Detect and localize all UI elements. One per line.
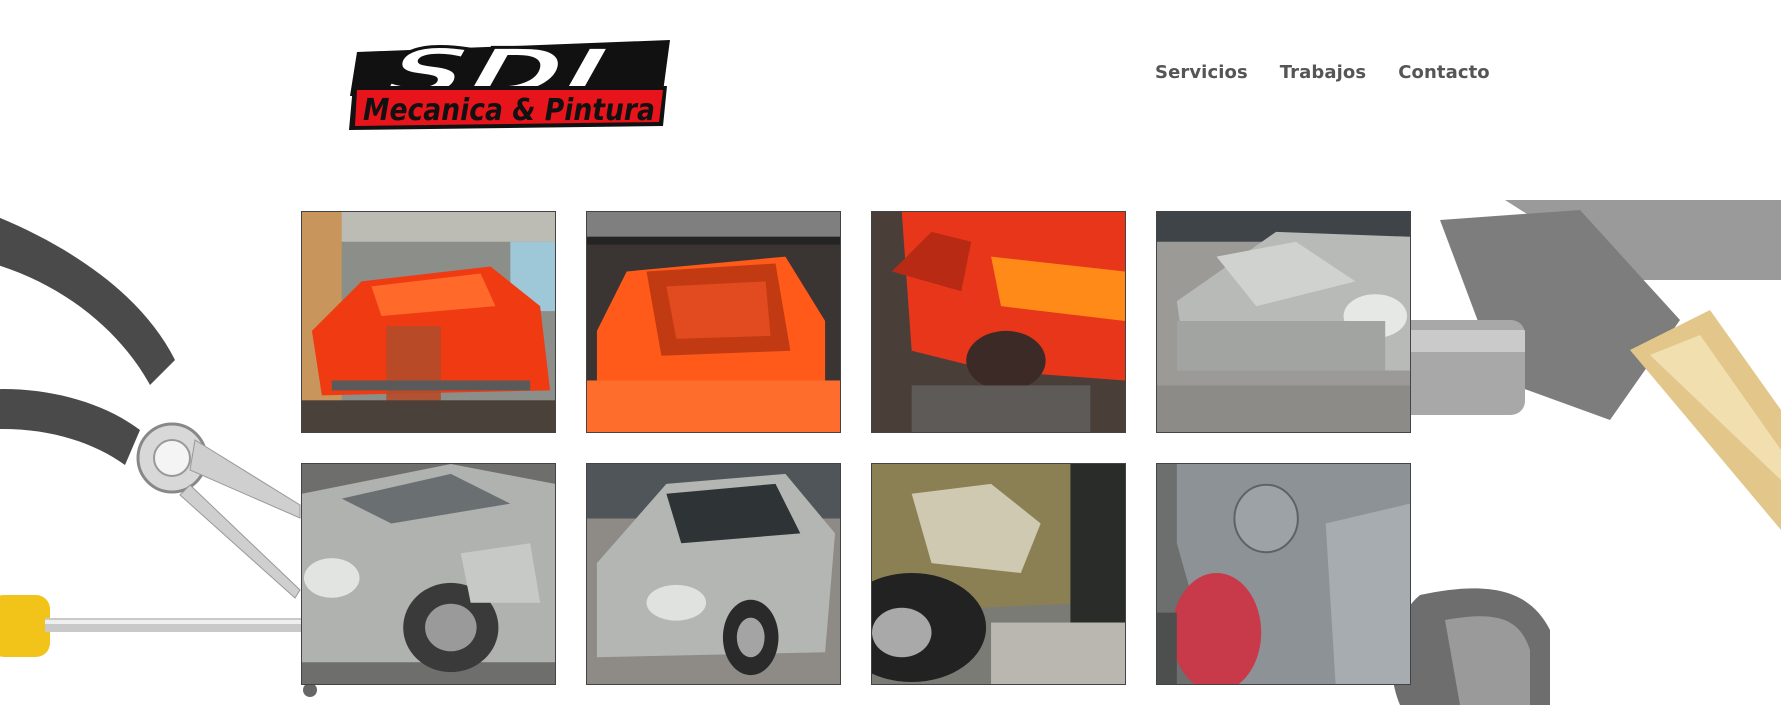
page: SDL Mecanica & Pintura Servicios Trabajo…: [0, 0, 1781, 705]
gallery-photo-silver-hatchback[interactable]: [586, 463, 841, 685]
gallery-photo-silver-car-front[interactable]: [1156, 211, 1411, 433]
gallery-photo-gold-damaged-door[interactable]: [871, 463, 1126, 685]
work-gallery: [301, 211, 1411, 685]
logo-bottom-text: Mecanica & Pintura: [363, 93, 655, 128]
gallery-photo-red-side-panel[interactable]: [871, 211, 1126, 433]
nav-item-servicios[interactable]: Servicios: [1155, 62, 1248, 83]
gallery-photo-red-car-body[interactable]: [301, 211, 556, 433]
gallery-photo-silver-fender-primer[interactable]: [301, 463, 556, 685]
main-nav: Servicios Trabajos Contacto: [1155, 62, 1490, 83]
nav-item-contacto[interactable]: Contacto: [1398, 62, 1490, 83]
pliers-screwdriver-illustration: [0, 200, 330, 705]
brand-logo[interactable]: SDL Mecanica & Pintura: [345, 34, 675, 136]
hammer-wrench-illustration: [1333, 200, 1781, 705]
gallery-photo-grey-quarter-panel[interactable]: [1156, 463, 1411, 685]
gallery-photo-orange-car-shell[interactable]: [586, 211, 841, 433]
nav-item-trabajos[interactable]: Trabajos: [1280, 62, 1366, 83]
site-header: SDL Mecanica & Pintura Servicios Trabajo…: [0, 0, 1781, 150]
